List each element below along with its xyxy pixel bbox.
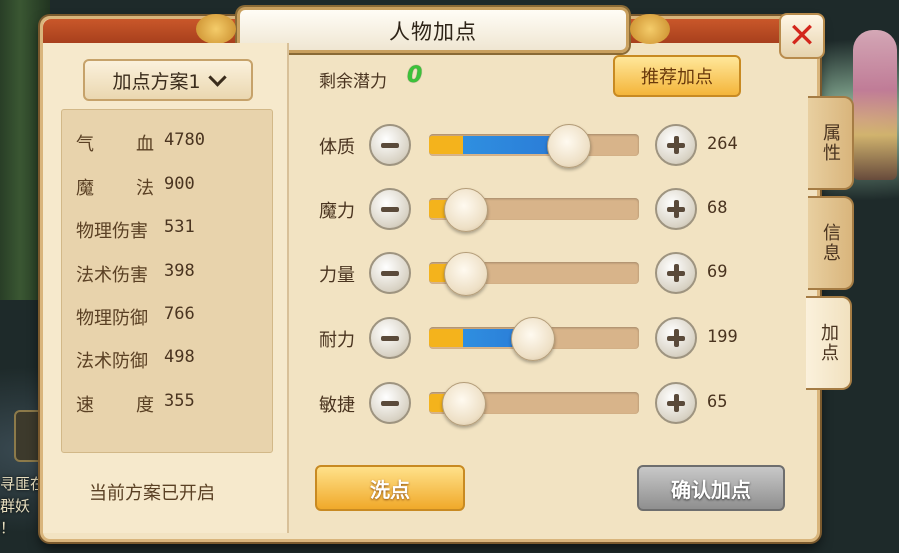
- increase-button[interactable]: [655, 252, 697, 294]
- recommend-button[interactable]: 推荐加点: [613, 55, 741, 97]
- minus-icon: [381, 143, 399, 148]
- slider-handle[interactable]: [547, 124, 591, 168]
- stat-label: 力量: [319, 265, 355, 286]
- stat-row: 魔力 68: [319, 187, 779, 232]
- panel-title: 人物加点: [389, 20, 477, 44]
- slider-handle[interactable]: [444, 252, 488, 296]
- background-character: [853, 30, 897, 180]
- minus-icon: [381, 336, 399, 341]
- decrease-button[interactable]: [369, 252, 411, 294]
- scheme-status: 当前方案已开启: [89, 483, 215, 504]
- increase-button[interactable]: [655, 188, 697, 230]
- title-plaque: 人物加点: [196, 7, 670, 53]
- decrease-button[interactable]: [369, 382, 411, 424]
- stat-slider[interactable]: [429, 317, 639, 361]
- attr-value: 766: [164, 304, 195, 324]
- attribute-points-panel: 人物加点 ✕ 加点方案1 气 血 4780 魔 法 900 物理伤害 531 法…: [40, 7, 825, 542]
- attr-name-char: 魔: [76, 178, 94, 199]
- potential-label: 剩余潜力: [319, 72, 387, 92]
- stat-label: 魔力: [319, 201, 355, 222]
- attr-row-speed: 速 度 355: [76, 391, 266, 417]
- stat-value: 68: [707, 198, 728, 218]
- attr-name-char: 速: [76, 395, 94, 416]
- attr-value: 531: [164, 217, 195, 237]
- attr-name: 物理防御: [76, 308, 148, 329]
- stat-label: 敏捷: [319, 395, 355, 416]
- stat-slider[interactable]: [429, 188, 639, 232]
- attr-value: 4780: [164, 130, 205, 150]
- plus-icon-vertical: [674, 394, 679, 412]
- chat-line: 群妖: [0, 497, 31, 515]
- minus-icon: [381, 271, 399, 276]
- stat-row: 体质 264: [319, 123, 779, 168]
- attr-row-magic-def: 法术防御 498: [76, 347, 266, 372]
- slider-handle[interactable]: [444, 188, 488, 232]
- attr-name-char: 度: [136, 395, 154, 416]
- plus-icon-vertical: [674, 136, 679, 154]
- attr-row-mp: 魔 法 900: [76, 174, 266, 200]
- attr-name: 法术防御: [76, 351, 148, 372]
- plus-icon-vertical: [674, 329, 679, 347]
- minus-icon: [381, 207, 399, 212]
- slider-handle[interactable]: [442, 382, 486, 426]
- stat-value: 69: [707, 262, 728, 282]
- attr-name: 速 度: [76, 391, 154, 417]
- stat-row: 力量 69: [319, 251, 779, 296]
- attribute-column: 加点方案1 气 血 4780 魔 法 900 物理伤害 531 法术伤害 398…: [43, 43, 289, 533]
- stat-row: 耐力 199: [319, 316, 779, 361]
- increase-button[interactable]: [655, 317, 697, 359]
- slider-handle[interactable]: [511, 317, 555, 361]
- attr-name-char: 法: [136, 178, 154, 199]
- attr-row-magic-dmg: 法术伤害 398: [76, 261, 266, 286]
- wash-points-button[interactable]: 洗点: [315, 465, 465, 511]
- scheme-dropdown[interactable]: 加点方案1: [83, 59, 253, 101]
- chat-line: 寻匪在: [0, 475, 46, 493]
- stat-label: 体质: [319, 137, 355, 158]
- tab-info[interactable]: 信息: [808, 196, 854, 290]
- attr-name: 魔 法: [76, 174, 154, 200]
- attr-row-phys-dmg: 物理伤害 531: [76, 217, 266, 242]
- decrease-button[interactable]: [369, 317, 411, 359]
- attribute-list: 气 血 4780 魔 法 900 物理伤害 531 法术伤害 398 物理防御 …: [61, 109, 273, 453]
- tab-add-points[interactable]: 加点: [806, 296, 852, 390]
- attr-name: 法术伤害: [76, 265, 148, 286]
- minus-icon: [381, 401, 399, 406]
- attr-value: 498: [164, 347, 195, 367]
- plus-icon-vertical: [674, 264, 679, 282]
- attr-name-char: 血: [136, 134, 154, 155]
- stat-slider[interactable]: [429, 252, 639, 296]
- stat-slider[interactable]: [429, 124, 639, 168]
- stat-value: 264: [707, 134, 738, 154]
- attr-name: 气 血: [76, 130, 154, 156]
- close-button[interactable]: ✕: [779, 13, 825, 59]
- stat-value: 65: [707, 392, 728, 412]
- attr-value: 355: [164, 391, 195, 411]
- close-icon: ✕: [787, 16, 817, 56]
- stat-row: 敏捷 65: [319, 381, 779, 426]
- increase-button[interactable]: [655, 382, 697, 424]
- confirm-points-button[interactable]: 确认加点: [637, 465, 785, 511]
- potential-value: 0: [407, 63, 423, 88]
- attr-value: 398: [164, 261, 195, 281]
- increase-button[interactable]: [655, 124, 697, 166]
- chevron-down-icon: [207, 67, 227, 87]
- scheme-label: 加点方案1: [112, 70, 201, 93]
- decrease-button[interactable]: [369, 188, 411, 230]
- stat-value: 199: [707, 327, 738, 347]
- attr-row-phys-def: 物理防御 766: [76, 304, 266, 329]
- attr-name-char: 气: [76, 134, 94, 155]
- chat-line: ！: [0, 519, 16, 537]
- decrease-button[interactable]: [369, 124, 411, 166]
- attr-name: 物理伤害: [76, 221, 148, 242]
- stat-label: 耐力: [319, 330, 355, 351]
- attr-value: 900: [164, 174, 195, 194]
- attr-row-hp: 气 血 4780: [76, 130, 266, 156]
- plus-icon-vertical: [674, 200, 679, 218]
- tab-attributes[interactable]: 属性: [808, 96, 854, 190]
- background-chat: 寻匪在 群妖 ！: [0, 473, 45, 539]
- stat-slider[interactable]: [429, 382, 639, 426]
